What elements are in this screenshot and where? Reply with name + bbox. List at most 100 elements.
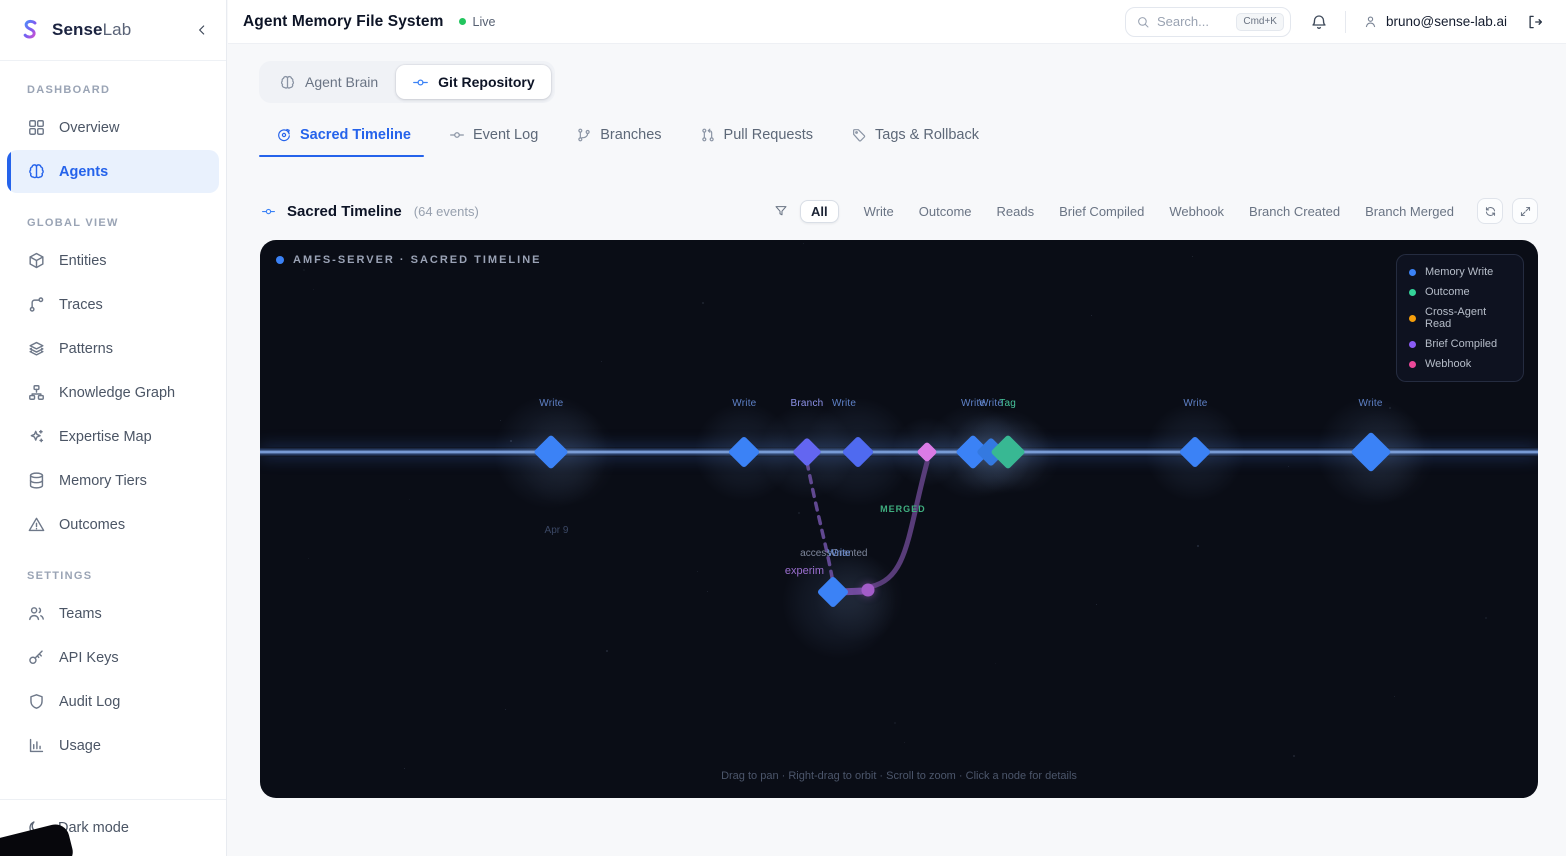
bell-icon [1310, 13, 1328, 31]
sidebar-item-traces[interactable]: Traces [0, 283, 226, 326]
legend-swatch [1409, 360, 1416, 368]
view-toggle-agent-brain[interactable]: Agent Brain [263, 65, 394, 99]
sidebar-item-expertise-map[interactable]: Expertise Map [0, 415, 226, 458]
logout-icon [1526, 13, 1544, 31]
canvas-annotation-write: Write [827, 548, 851, 560]
sparkles-icon [27, 427, 46, 446]
shield-icon [27, 692, 46, 711]
sidebar-item-agents[interactable]: Agents [7, 150, 219, 193]
filter-chip-all[interactable]: All [800, 199, 839, 223]
layers-icon [27, 339, 46, 358]
senselab-logo-icon [17, 17, 43, 43]
brand: SenseLab [0, 0, 226, 61]
sidebar-item-api-keys[interactable]: API Keys [0, 636, 226, 679]
pr-icon [700, 127, 716, 143]
expand-button[interactable] [1512, 198, 1538, 224]
commit-icon [412, 74, 429, 91]
sacred-timeline-canvas[interactable]: AMFS-SERVER · SACRED TIMELINE Memory Wri… [260, 240, 1538, 798]
filter-group: All Write Outcome Reads Brief Compiled Webhoo… [774, 198, 1538, 224]
timeline-section-header: Sacred Timeline (64 events) All Write Outc… [261, 196, 1538, 226]
funnel-icon [774, 204, 788, 218]
sidebar-item-overview[interactable]: Overview [0, 106, 226, 149]
canvas-hint: Drag to pan · Right-drag to orbit · Scro… [721, 770, 1077, 782]
sidebar-item-outcomes[interactable]: Outcomes [0, 503, 226, 546]
filter-chips: All Write Outcome Reads Brief Compiled Webhoo… [800, 199, 1454, 223]
nav-section-label-settings: SETTINGS [27, 570, 93, 582]
legend-swatch [1409, 268, 1416, 276]
refresh-button[interactable] [1477, 198, 1503, 224]
sidebar-nav: DASHBOARD Overview Agents GLOBAL VIEW Entiti… [0, 61, 226, 767]
legend-item-webhook: Webhook [1409, 358, 1511, 370]
tab-label: Pull Requests [723, 127, 813, 143]
sidebar-item-teams[interactable]: Teams [0, 592, 226, 635]
sidebar-item-label: Overview [59, 119, 120, 136]
canvas-title: AMFS-SERVER · SACRED TIMELINE [293, 254, 542, 266]
node-label-branch: Branch [790, 398, 824, 409]
sidebar-item-label: API Keys [59, 649, 119, 666]
tab-event-log[interactable]: Event Log [449, 127, 538, 157]
filter-chip-webhook[interactable]: Webhook [1169, 204, 1224, 219]
legend-item-cross-agent-read: Cross-Agent Read [1409, 306, 1511, 330]
live-badge: Live [458, 15, 495, 29]
canvas-header: AMFS-SERVER · SACRED TIMELINE [276, 254, 541, 266]
legend-label: Memory Write [1425, 266, 1494, 278]
alert-icon [27, 515, 46, 534]
legend-swatch [1409, 288, 1416, 296]
filter-chip-write[interactable]: Write [864, 204, 894, 219]
filter-chip-brief-compiled[interactable]: Brief Compiled [1059, 204, 1144, 219]
brain-icon [279, 74, 296, 91]
refresh-icon [1484, 205, 1497, 218]
filter-chip-reads[interactable]: Reads [997, 204, 1035, 219]
toggle-label: Git Repository [438, 74, 535, 90]
toggle-label: Agent Brain [305, 74, 379, 90]
sidebar-item-usage[interactable]: Usage [0, 724, 226, 767]
user-menu[interactable]: bruno@sense-lab.ai [1363, 14, 1507, 29]
main-content: Agent Brain Git Repository Sacred Timelin… [228, 44, 1566, 856]
legend-swatch [1409, 340, 1416, 348]
tab-label: Event Log [472, 127, 539, 143]
sidebar-item-label: Patterns [59, 340, 113, 357]
filter-chip-branch-created[interactable]: Branch Created [1249, 204, 1340, 219]
merge-junction-dot[interactable] [861, 583, 875, 597]
search-input[interactable] [1156, 14, 1227, 29]
graph-icon [27, 383, 46, 402]
sidebar-item-audit-log[interactable]: Audit Log [0, 680, 226, 723]
chart-icon [27, 736, 46, 755]
legend-label: Webhook [1425, 358, 1472, 370]
tab-pull-requests[interactable]: Pull Requests [700, 127, 813, 157]
search-box[interactable]: Cmd+K [1124, 6, 1291, 37]
view-toggle-git-repository[interactable]: Git Repository [396, 65, 551, 99]
notifications-button[interactable] [1310, 13, 1328, 31]
tab-sacred-timeline[interactable]: Sacred Timeline [259, 127, 424, 157]
filter-chip-outcome[interactable]: Outcome [919, 204, 972, 219]
sidebar-item-patterns[interactable]: Patterns [0, 327, 226, 370]
sidebar-collapse-button[interactable] [194, 22, 210, 38]
node-label-write: Write [1183, 398, 1208, 409]
top-header: Agent Memory File System Live Cmd+K brun… [228, 0, 1566, 44]
sidebar-item-label: Traces [59, 296, 103, 313]
logout-button[interactable] [1526, 13, 1544, 31]
header-divider [1344, 10, 1346, 33]
nav-section-label-global-view: GLOBAL VIEW [27, 217, 119, 229]
tab-tags-rollback[interactable]: Tags & Rollback [851, 127, 979, 157]
sidebar-item-label: Outcomes [59, 516, 126, 533]
branch-merge-curves [805, 459, 930, 596]
tab-branches[interactable]: Branches [576, 127, 662, 157]
sidebar: SenseLab DASHBOARD Overview Agents GLOBAL V… [0, 0, 227, 856]
brand-name-bold: Sense [52, 20, 103, 39]
person-icon [1363, 14, 1378, 29]
sidebar-item-label: Teams [59, 605, 102, 622]
nav-section-label-dashboard: DASHBOARD [27, 84, 111, 96]
node-label-tag: Tag [999, 398, 1016, 409]
filter-chip-branch-merged[interactable]: Branch Merged [1365, 204, 1454, 219]
sidebar-item-memory-tiers[interactable]: Memory Tiers [0, 459, 226, 502]
legend-swatch [1409, 314, 1416, 322]
sidebar-item-entities[interactable]: Entities [0, 239, 226, 282]
canvas-status-dot [276, 256, 284, 264]
section-title: Sacred Timeline [287, 202, 402, 220]
legend-item-brief-compiled: Brief Compiled [1409, 338, 1511, 350]
page-title: Agent Memory File System [243, 12, 444, 30]
live-status-dot [458, 18, 466, 25]
sidebar-item-knowledge-graph[interactable]: Knowledge Graph [0, 371, 226, 414]
legend-label: Cross-Agent Read [1425, 306, 1487, 330]
